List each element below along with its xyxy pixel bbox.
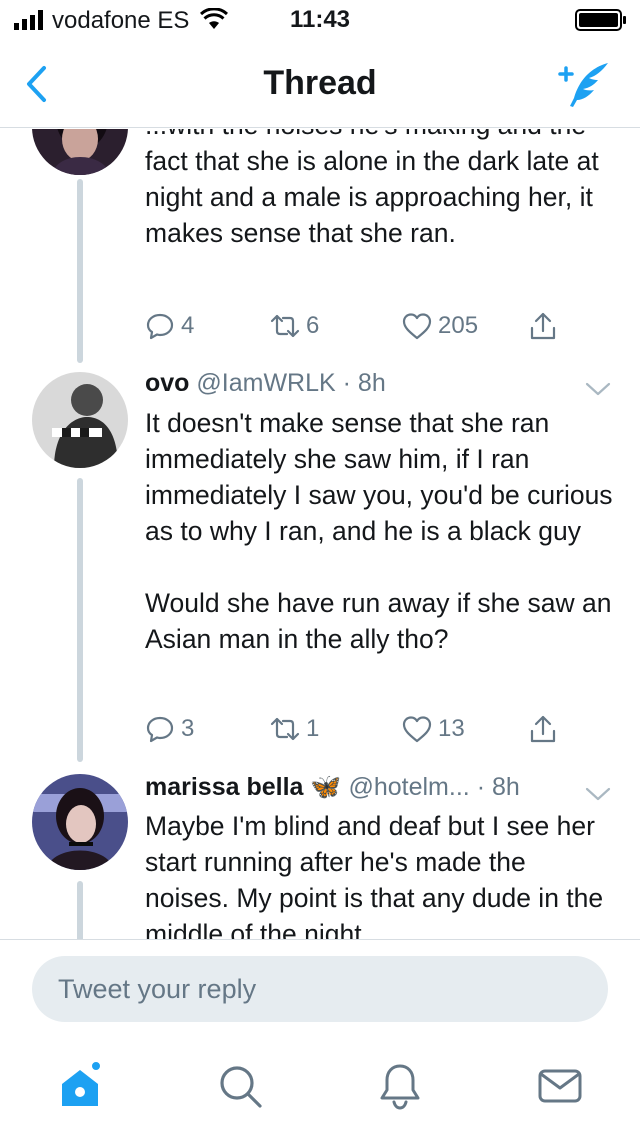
like-button[interactable]: 205: [402, 309, 478, 343]
status-bar: vodafone ES 11:43: [0, 0, 640, 40]
chevron-down-icon[interactable]: [584, 380, 612, 398]
reply-button[interactable]: 4: [145, 309, 194, 343]
thread-line: [77, 881, 83, 939]
like-button[interactable]: 13: [402, 712, 465, 746]
heart-icon: [402, 716, 432, 743]
thread-feed[interactable]: ...with the noises he's making and the f…: [0, 129, 640, 939]
thread-line: [77, 478, 83, 762]
tweet-paragraph: It doesn't make sense that she ran immed…: [145, 408, 613, 546]
search-icon[interactable]: [216, 1062, 264, 1110]
author-name[interactable]: ovo: [145, 369, 189, 397]
heart-icon: [402, 313, 432, 340]
avatar[interactable]: [32, 372, 128, 468]
tweet-header: marissa bella 🦋 @hotelm... · 8h: [145, 773, 618, 802]
avatar[interactable]: [32, 774, 128, 870]
avatar[interactable]: [32, 129, 128, 175]
retweet-button[interactable]: 1: [270, 712, 319, 746]
share-icon: [530, 312, 556, 340]
tweet-text: It doesn't make sense that she ran immed…: [145, 405, 615, 657]
author-handle[interactable]: @hotelm...: [348, 773, 469, 801]
notifications-icon[interactable]: [376, 1062, 424, 1110]
share-button[interactable]: [528, 309, 558, 343]
tweet-text: ...with the noises he's making and the f…: [145, 129, 615, 251]
tweet-time: · 8h: [342, 369, 386, 397]
messages-icon[interactable]: [536, 1062, 584, 1110]
reply-input[interactable]: [32, 956, 608, 1022]
battery-icon: [575, 9, 626, 31]
tweet-paragraph: Would she have run away if she saw an As…: [145, 588, 612, 654]
tweet-text: Maybe I'm blind and deaf but I see her s…: [145, 808, 615, 939]
nav-bar: Thread: [0, 40, 640, 128]
status-time: 11:43: [289, 6, 351, 33]
reply-icon: [146, 716, 174, 743]
tweet-time: · 8h: [476, 773, 520, 801]
reply-button[interactable]: 3: [145, 712, 194, 746]
tab-bar: [0, 1040, 640, 1136]
tweet-paragraph: Maybe I'm blind and deaf but I see her s…: [145, 811, 604, 939]
thread-line: [77, 179, 83, 363]
tweet-paragraph: ...with the noises he's making and the f…: [145, 129, 599, 248]
tweet-header: ovo @IamWRLK · 8h: [145, 369, 618, 398]
author-name[interactable]: marissa bella 🦋: [145, 773, 342, 801]
reply-bar: [0, 939, 640, 1039]
retweet-button[interactable]: 6: [270, 309, 319, 343]
chevron-down-icon[interactable]: [584, 785, 612, 803]
share-icon: [530, 715, 556, 743]
retweet-icon: [270, 717, 300, 741]
reply-icon: [146, 313, 174, 340]
page-title: Thread: [263, 64, 377, 102]
reply-count: 4: [181, 312, 195, 339]
retweet-count: 6: [306, 312, 320, 339]
home-icon[interactable]: [56, 1062, 104, 1110]
share-button[interactable]: [528, 712, 558, 746]
reply-count: 3: [181, 715, 195, 742]
like-count: 13: [438, 715, 465, 742]
compose-tweet-icon[interactable]: [556, 60, 612, 110]
author-handle[interactable]: @IamWRLK: [196, 369, 335, 397]
like-count: 205: [438, 312, 479, 339]
retweet-count: 1: [306, 715, 320, 742]
retweet-icon: [270, 314, 300, 338]
